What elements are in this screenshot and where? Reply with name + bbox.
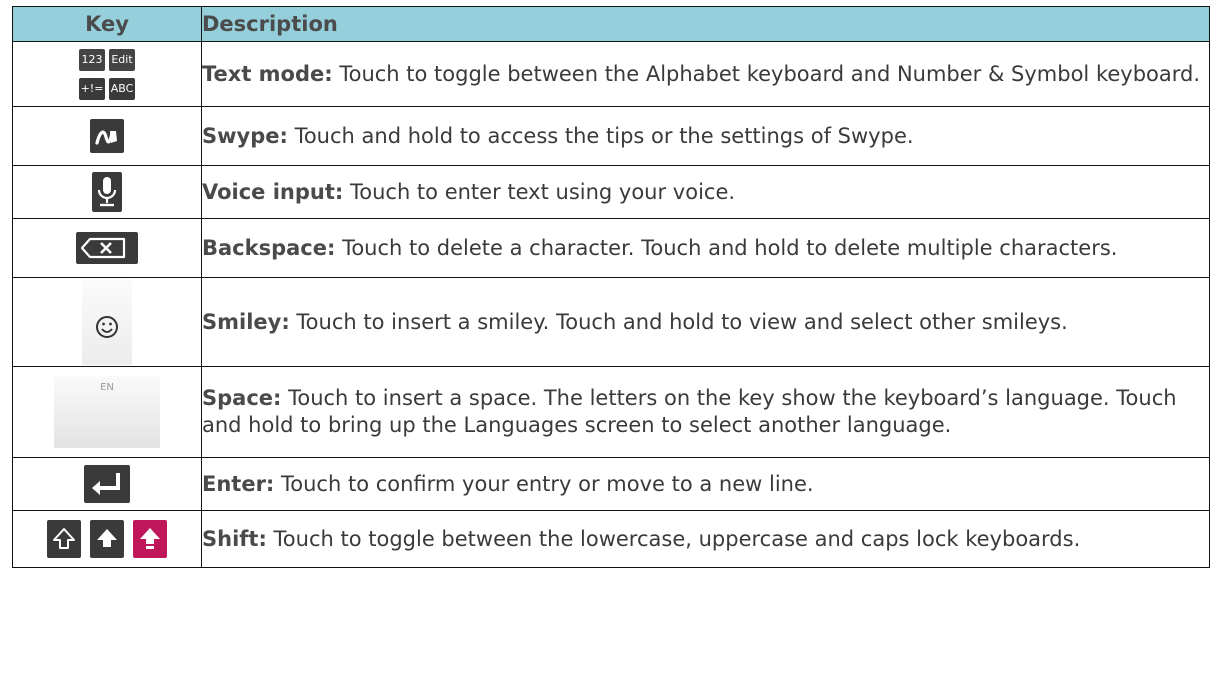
table-row: Backspace: Touch to delete a character. … <box>12 218 1210 278</box>
space-key-icon: EN <box>54 376 160 448</box>
description-cell: Space: Touch to insert a space. The lett… <box>201 366 1210 458</box>
table-row: Voice input: Touch to enter text using y… <box>12 165 1210 219</box>
key-term: Swype: <box>202 123 288 148</box>
key-cell: EN <box>12 366 202 458</box>
description-cell: Backspace: Touch to delete a character. … <box>201 218 1210 278</box>
microphone-icon <box>92 172 122 212</box>
key-cell <box>12 165 202 219</box>
shift-lowercase-icon <box>46 520 81 558</box>
key-cell <box>12 510 202 568</box>
key-description: Touch to insert a space. The letters on … <box>202 386 1177 437</box>
key-term: Space: <box>202 386 282 410</box>
table-row: 123 Edit +!= ABC Text mode: Touch to tog… <box>12 41 1210 107</box>
key-description: Touch to toggle between the lowercase, u… <box>266 526 1081 551</box>
text-mode-keys-icon: 123 Edit +!= ABC <box>79 49 135 100</box>
enter-icon <box>84 465 130 503</box>
key-abc: ABC <box>109 78 135 100</box>
key-cell <box>12 106 202 166</box>
key-term: Shift: <box>202 526 267 551</box>
key-123: 123 <box>79 49 105 71</box>
table-row: EN Space: Touch to insert a space. The l… <box>12 366 1210 458</box>
key-column-header: Key <box>12 6 202 42</box>
key-description: Touch to insert a smiley. Touch and hold… <box>289 309 1068 334</box>
key-cell: 123 Edit +!= ABC <box>12 41 202 107</box>
table-row: Smiley: Touch to insert a smiley. Touch … <box>12 277 1210 367</box>
description-cell: Voice input: Touch to enter text using y… <box>201 165 1210 219</box>
key-description: Touch to enter text using your voice. <box>343 179 736 204</box>
key-cell <box>12 457 202 511</box>
key-cell <box>12 277 202 367</box>
shift-icons <box>45 520 169 558</box>
space-key-language-label: EN <box>100 382 114 393</box>
table-row: Shift: Touch to toggle between the lower… <box>12 510 1210 568</box>
description-cell: Shift: Touch to toggle between the lower… <box>201 510 1210 568</box>
table-row: Enter: Touch to confirm your entry or mo… <box>12 457 1210 511</box>
key-description: Touch to confirm your entry or move to a… <box>274 471 814 496</box>
key-description-table: Key Description 123 Edit +!= ABC Text mo… <box>12 6 1210 568</box>
description-cell: Text mode: Touch to toggle between the A… <box>201 41 1210 107</box>
key-description: Touch to delete a character. Touch and h… <box>335 235 1118 260</box>
key-symbols: +!= <box>79 78 105 100</box>
description-cell: Swype: Touch and hold to access the tips… <box>201 106 1210 166</box>
key-description: Touch to toggle between the Alphabet key… <box>332 61 1201 86</box>
smiley-icon <box>82 279 132 365</box>
backspace-icon <box>76 232 138 264</box>
description-cell: Enter: Touch to confirm your entry or mo… <box>201 457 1210 511</box>
header-row: Key Description <box>12 6 1210 42</box>
description-column-header: Description <box>201 6 1210 42</box>
key-cell <box>12 218 202 278</box>
key-edit: Edit <box>109 49 135 71</box>
key-term: Backspace: <box>202 235 336 260</box>
key-term: Text mode: <box>202 61 333 86</box>
shift-uppercase-icon <box>90 520 124 558</box>
swype-key-icon <box>90 119 124 153</box>
key-term: Enter: <box>202 471 275 496</box>
shift-caps-lock-icon <box>133 520 168 558</box>
key-term: Voice input: <box>202 179 344 204</box>
key-term: Smiley: <box>202 309 290 334</box>
table-row: Swype: Touch and hold to access the tips… <box>12 106 1210 166</box>
description-cell: Smiley: Touch to insert a smiley. Touch … <box>201 277 1210 367</box>
key-description: Touch and hold to access the tips or the… <box>287 123 914 148</box>
